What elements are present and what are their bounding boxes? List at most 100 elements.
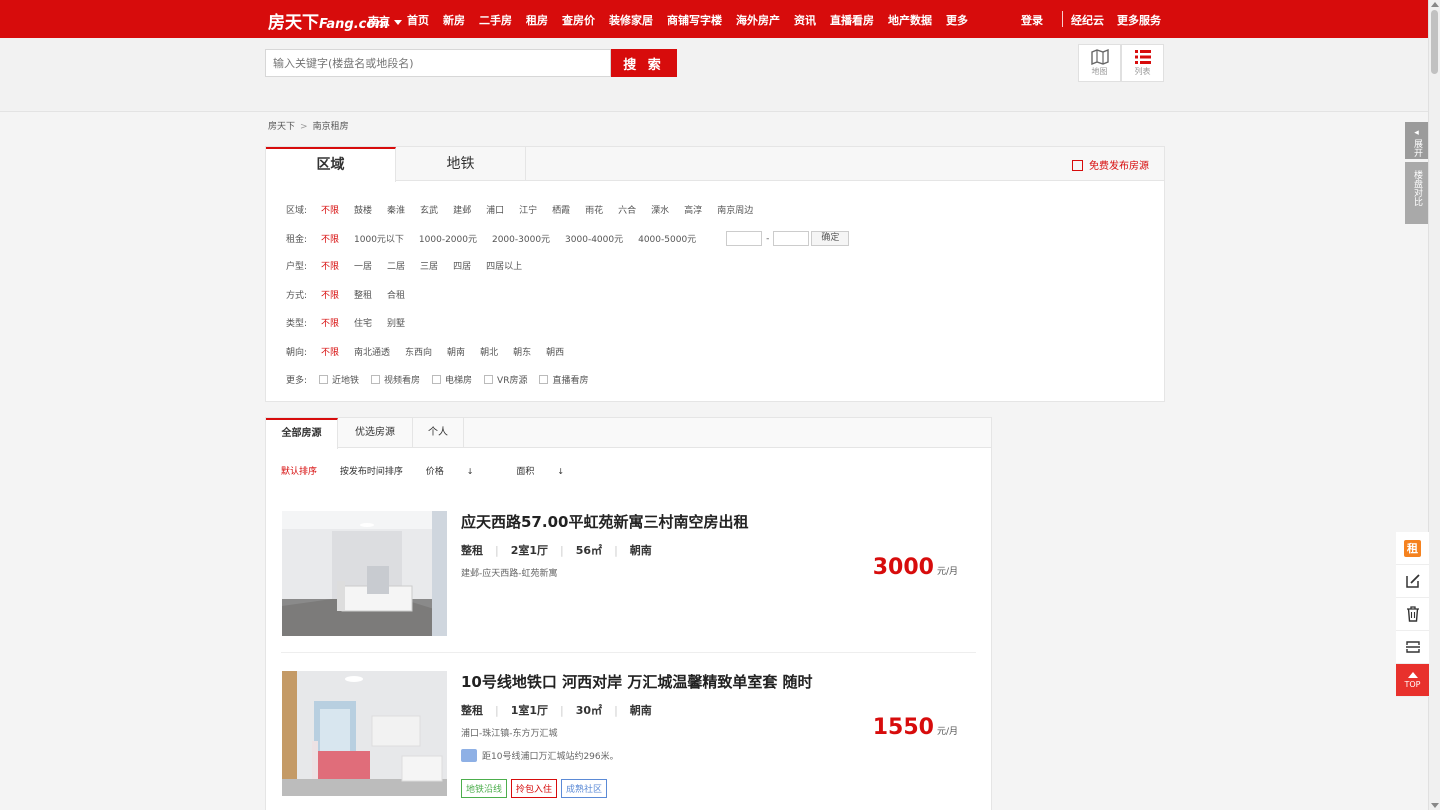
filter-option[interactable]: 不限 <box>321 288 339 301</box>
nav-link[interactable]: 首页 <box>407 12 429 28</box>
filter-option[interactable]: 1000元以下 <box>354 232 404 245</box>
filter-option[interactable]: 不限 <box>321 203 339 216</box>
filter-option[interactable]: 整租 <box>354 288 372 301</box>
breadcrumb-link[interactable]: 房天下 <box>268 122 295 132</box>
nav-link[interactable]: 更多 <box>946 12 968 28</box>
filter-option[interactable]: 一居 <box>354 259 372 272</box>
filter-option[interactable]: 浦口 <box>486 203 504 216</box>
nav-link[interactable]: 租房 <box>526 12 548 28</box>
filter-option[interactable]: 玄武 <box>420 203 438 216</box>
city-selector[interactable]: 南京 <box>368 13 402 29</box>
filter-option[interactable]: 六合 <box>618 203 636 216</box>
filter-option[interactable]: 建邺 <box>453 203 471 216</box>
max-price-input[interactable] <box>773 231 810 246</box>
back-to-top-button[interactable]: TOP <box>1396 664 1429 697</box>
filter-option[interactable]: 不限 <box>321 259 339 272</box>
tab-personal[interactable]: 个人 <box>413 418 464 448</box>
listing-title[interactable]: 10号线地铁口 河西对岸 万汇城温馨精致单室套 随时 <box>461 671 813 692</box>
filter-option[interactable]: 四居以上 <box>486 259 522 272</box>
map-view-button[interactable]: 地图 <box>1078 44 1121 82</box>
filter-option[interactable]: 住宅 <box>354 316 372 329</box>
tab-preferred[interactable]: 优选房源 <box>338 418 413 448</box>
filter-option[interactable]: 3000-4000元 <box>565 232 623 245</box>
checkbox-live[interactable]: 直播看房 <box>539 373 588 386</box>
scroll-thumb[interactable] <box>1431 10 1438 74</box>
filter-option[interactable]: 四居 <box>453 259 471 272</box>
filter-option[interactable]: 合租 <box>387 288 405 301</box>
listing-item[interactable]: 应天西路57.00平虹苑新寓三村南空房出租 整租 | 2室1厅 | 56㎡ | 朝南 建邺-… <box>281 511 976 651</box>
filter-option[interactable]: 别墅 <box>387 316 405 329</box>
nav-link[interactable]: 地产数据 <box>888 12 932 28</box>
sort-by-time[interactable]: 按发布时间排序 <box>340 467 403 477</box>
filter-option[interactable]: 三居 <box>420 259 438 272</box>
filter-option[interactable]: 栖霞 <box>552 203 570 216</box>
checkbox-vr[interactable]: VR房源 <box>484 373 527 386</box>
filter-option[interactable]: 朝南 <box>447 345 465 358</box>
breadcrumb-current[interactable]: 南京租房 <box>313 122 349 132</box>
nav-link[interactable]: 新房 <box>443 12 465 28</box>
listing-photo[interactable] <box>282 511 447 636</box>
nav-link[interactable]: 直播看房 <box>830 12 874 28</box>
listing-title[interactable]: 应天西路57.00平虹苑新寓三村南空房出租 <box>461 511 748 532</box>
sort-by-area[interactable]: 面积 ↓ <box>516 467 584 477</box>
filter-option[interactable]: 不限 <box>321 345 339 358</box>
min-price-input[interactable] <box>726 231 763 246</box>
filter-option[interactable]: 南北通透 <box>354 345 390 358</box>
arrow-up-icon <box>1407 671 1418 678</box>
scroll-down-icon[interactable] <box>1431 803 1439 808</box>
filter-option[interactable]: 4000-5000元 <box>638 232 696 245</box>
tab-all-listings[interactable]: 全部房源 <box>266 418 338 449</box>
publish-listing-link[interactable]: 免费发布房源 <box>1072 157 1149 172</box>
listing-address[interactable]: 浦口-珠江镇-东方万汇城 <box>461 726 558 739</box>
filter-option[interactable]: 溧水 <box>651 203 669 216</box>
listing-divider <box>281 652 976 653</box>
nav-link[interactable]: 商铺写字楼 <box>667 12 722 28</box>
nav-link[interactable]: 资讯 <box>794 12 816 28</box>
filter-option[interactable]: 雨花 <box>585 203 603 216</box>
filter-option[interactable]: 朝西 <box>546 345 564 358</box>
agent-link[interactable]: 经纪云 <box>1071 12 1104 28</box>
compare-tab[interactable]: 楼盘对比 <box>1405 162 1428 224</box>
filter-option[interactable]: 朝东 <box>513 345 531 358</box>
search-button[interactable]: 搜 索 <box>611 49 677 77</box>
filter-option[interactable]: 秦淮 <box>387 203 405 216</box>
filter-option[interactable]: 东西向 <box>405 345 432 358</box>
listing-photo[interactable] <box>282 671 447 796</box>
nav-link[interactable]: 二手房 <box>479 12 512 28</box>
filter-option[interactable]: 高淳 <box>684 203 702 216</box>
page-scrollbar[interactable] <box>1428 0 1440 810</box>
sort-default[interactable]: 默认排序 <box>281 467 317 477</box>
checkbox-elevator[interactable]: 电梯房 <box>432 373 472 386</box>
expand-tab[interactable]: ◂ 展开 <box>1405 122 1428 159</box>
filter-option[interactable]: 2000-3000元 <box>492 232 550 245</box>
filter-option[interactable]: 二居 <box>387 259 405 272</box>
price-confirm-button[interactable]: 确定 <box>811 231 850 246</box>
listing-address[interactable]: 建邺-应天西路-虹苑新寓 <box>461 566 558 579</box>
nav-link[interactable]: 海外房产 <box>736 12 780 28</box>
filter-option[interactable]: 不限 <box>321 232 339 245</box>
tab-district[interactable]: 区域 <box>266 147 396 182</box>
filter-option[interactable]: 鼓楼 <box>354 203 372 216</box>
nav-link[interactable]: 查房价 <box>562 12 595 28</box>
tab-subway[interactable]: 地铁 <box>396 147 526 181</box>
sort-by-price[interactable]: 价格 ↓ <box>426 467 494 477</box>
filter-option[interactable]: 朝北 <box>480 345 498 358</box>
delete-button[interactable] <box>1396 598 1429 631</box>
search-input[interactable] <box>265 49 611 77</box>
edit-button[interactable] <box>1396 565 1429 598</box>
more-services-link[interactable]: 更多服务 <box>1117 12 1161 28</box>
filter-option[interactable]: 不限 <box>321 316 339 329</box>
login-link[interactable]: 登录 <box>1021 12 1043 28</box>
scroll-up-icon[interactable] <box>1431 2 1439 7</box>
nav-link[interactable]: 装修家居 <box>609 12 653 28</box>
checkbox-near-subway[interactable]: 近地铁 <box>319 373 359 386</box>
list-view-button[interactable]: 列表 <box>1121 44 1164 82</box>
filter-option[interactable]: 1000-2000元 <box>419 232 477 245</box>
filter-option[interactable]: 南京周边 <box>717 203 753 216</box>
checkbox-video[interactable]: 视频看房 <box>371 373 420 386</box>
arrow-down-icon: ↓ <box>466 467 474 476</box>
filter-option[interactable]: 江宁 <box>519 203 537 216</box>
rent-shortcut-button[interactable]: 租 <box>1396 532 1429 565</box>
scroll-toggle-button[interactable] <box>1396 631 1429 664</box>
listing-item[interactable]: 10号线地铁口 河西对岸 万汇城温馨精致单室套 随时 整租 | 1室1厅 | 30㎡ | 朝… <box>281 671 976 810</box>
